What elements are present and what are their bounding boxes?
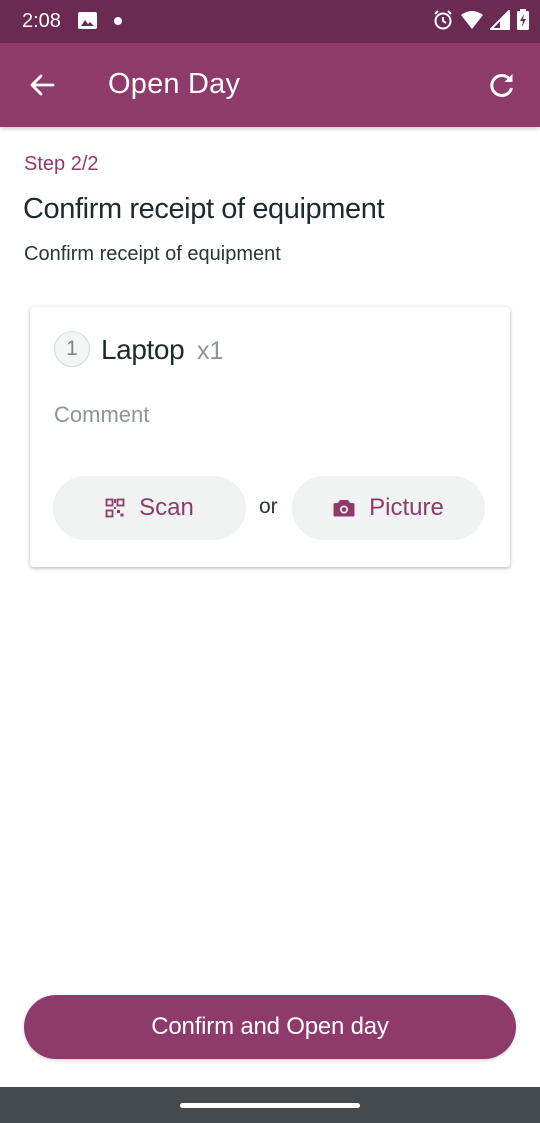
picture-label: Picture <box>369 494 444 521</box>
item-number-badge: 1 <box>54 331 90 367</box>
arrow-back-icon <box>30 74 55 96</box>
step-indicator: Step 2/2 <box>24 153 99 175</box>
section-heading: Confirm receipt of equipment <box>23 193 385 225</box>
app-bar: Open Day <box>0 43 540 127</box>
scan-label: Scan <box>139 494 194 521</box>
equipment-name: Laptop <box>101 334 185 365</box>
image-icon <box>78 12 97 29</box>
or-separator: or <box>259 495 278 518</box>
refresh-icon <box>490 73 513 97</box>
refresh-button[interactable] <box>482 65 522 105</box>
home-indicator[interactable] <box>180 1103 360 1108</box>
status-icons <box>432 9 530 31</box>
status-time: 2:08 <box>22 10 61 32</box>
status-bar: 2:08 <box>0 0 540 43</box>
signal-icon <box>490 10 510 30</box>
comment-input[interactable] <box>54 385 484 445</box>
wifi-icon <box>461 11 483 29</box>
page-title: Open Day <box>108 68 241 100</box>
camera-icon <box>333 500 355 517</box>
notification-dot <box>114 17 122 25</box>
battery-charging-icon <box>517 9 529 30</box>
section-description: Confirm receipt of equipment <box>24 243 281 265</box>
scan-button[interactable]: Scan <box>53 476 246 540</box>
equipment-quantity: x1 <box>197 337 224 365</box>
equipment-card: 1 Laptop x1 Scan or Picture <box>30 307 510 567</box>
qr-code-icon <box>105 498 125 518</box>
picture-button[interactable]: Picture <box>292 476 485 540</box>
system-navigation-bar <box>0 1087 540 1123</box>
alarm-icon <box>434 10 452 30</box>
confirm-open-day-button[interactable]: Confirm and Open day <box>24 995 516 1059</box>
back-button[interactable] <box>22 65 62 105</box>
